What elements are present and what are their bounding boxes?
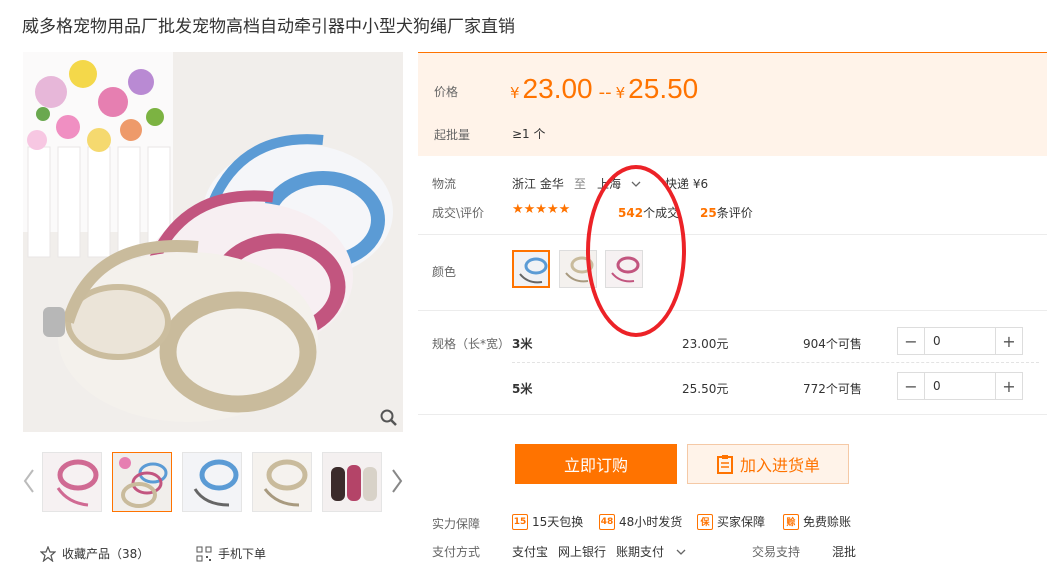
color-swatch-pink[interactable] bbox=[605, 250, 643, 288]
quantity-stepper-3m: − + bbox=[897, 327, 1023, 355]
qr-code-icon bbox=[196, 546, 212, 561]
chevron-left-icon[interactable] bbox=[22, 468, 36, 494]
spec-row-2-stock: 772个可售 bbox=[803, 382, 862, 396]
main-product-image[interactable] bbox=[23, 52, 403, 432]
shield-icon: 保 bbox=[697, 513, 713, 530]
add-to-cart-label: 加入进货单 bbox=[739, 456, 820, 475]
color-label: 颜色 bbox=[432, 265, 457, 279]
ship-to-word: 至 bbox=[574, 177, 587, 191]
payment-label: 支付方式 bbox=[432, 545, 481, 559]
currency-symbol: ¥ bbox=[615, 84, 626, 102]
divider bbox=[418, 310, 1047, 311]
thumbnail-4[interactable] bbox=[252, 452, 312, 512]
divider bbox=[418, 234, 1047, 235]
moq-label: 起批量 bbox=[434, 128, 471, 142]
shipping-time-icon: 48 bbox=[599, 513, 615, 530]
payment-credit-term[interactable]: 账期支付 bbox=[616, 543, 686, 560]
guarantee-text: 15天包换 bbox=[532, 515, 584, 529]
credit-icon: 赊 bbox=[783, 513, 799, 530]
guarantee-buyer-protection[interactable]: 保 买家保障 bbox=[697, 513, 765, 530]
favorite-label: 收藏产品（38） bbox=[62, 547, 150, 561]
destination-select[interactable]: 上海 bbox=[597, 175, 641, 192]
thumbnail-3[interactable] bbox=[182, 452, 242, 512]
quantity-input[interactable] bbox=[925, 373, 995, 399]
increment-button[interactable]: + bbox=[995, 373, 1022, 399]
divider bbox=[418, 414, 1047, 415]
guarantee-label: 实力保障 bbox=[432, 517, 481, 531]
deal-count: 542 bbox=[618, 206, 644, 220]
price-panel: 价格 ¥ 23.00 -- ¥ 25.50 起批量 ≥1 个 bbox=[418, 52, 1047, 156]
mobile-order-label: 手机下单 bbox=[218, 547, 267, 561]
buy-now-button[interactable]: 立即订购 bbox=[515, 444, 677, 484]
divider bbox=[512, 362, 1039, 363]
guarantee-free-credit[interactable]: 赊 免费赊账 bbox=[783, 513, 851, 530]
color-swatch-grey[interactable] bbox=[559, 250, 597, 288]
guarantee-text: 48小时发货 bbox=[619, 515, 683, 529]
decrement-button[interactable]: − bbox=[898, 328, 925, 354]
spec-row-2-price: 25.50元 bbox=[682, 382, 729, 396]
quantity-stepper-5m: − + bbox=[897, 372, 1023, 400]
destination-value: 上海 bbox=[597, 177, 622, 191]
color-swatch-blue[interactable] bbox=[512, 250, 550, 288]
chevron-right-icon[interactable] bbox=[390, 468, 404, 494]
rating-stars: ★★★★★ bbox=[512, 202, 571, 217]
chevron-down-icon bbox=[631, 181, 641, 187]
zoom-icon[interactable] bbox=[379, 408, 399, 428]
leash-product-photo bbox=[23, 52, 403, 432]
deal-count-link[interactable]: 542个成交 bbox=[618, 204, 679, 221]
clipboard-icon bbox=[716, 455, 733, 474]
guarantee-15-day-exchange[interactable]: 15 15天包换 bbox=[512, 513, 583, 530]
guarantee-text: 免费赊账 bbox=[803, 515, 852, 529]
price-high: 25.50 bbox=[628, 73, 699, 104]
trade-support-label: 交易支持 bbox=[752, 545, 801, 559]
spec-label: 规格（长*宽） bbox=[432, 337, 511, 351]
favorite-product-link[interactable]: 收藏产品（38） bbox=[40, 545, 149, 562]
review-count-suffix: 条评价 bbox=[716, 206, 753, 220]
guarantee-48h-ship[interactable]: 48 48小时发货 bbox=[599, 513, 682, 530]
thumbnail-strip bbox=[20, 450, 410, 514]
thumbnail-5[interactable] bbox=[322, 452, 382, 512]
chevron-down-icon bbox=[676, 549, 686, 555]
mobile-order-link[interactable]: 手机下单 bbox=[196, 545, 266, 562]
price-label: 价格 bbox=[434, 85, 459, 99]
spec-row-1-price: 23.00元 bbox=[682, 337, 729, 351]
currency-symbol: ¥ bbox=[510, 84, 520, 102]
increment-button[interactable]: + bbox=[995, 328, 1022, 354]
review-count: 25 bbox=[700, 206, 717, 220]
spec-row-1-name: 3米 bbox=[512, 337, 533, 351]
thumbnail-1[interactable] bbox=[42, 452, 102, 512]
quantity-input[interactable] bbox=[925, 328, 995, 354]
guarantee-text: 买家保障 bbox=[717, 515, 766, 529]
price-low: 23.00 bbox=[522, 73, 593, 104]
moq-value: ≥1 个 bbox=[512, 127, 546, 141]
payment-alipay: 支付宝 bbox=[512, 545, 549, 559]
spec-row-1-stock: 904个可售 bbox=[803, 337, 862, 351]
price-range: ¥ 23.00 -- ¥ 25.50 bbox=[510, 73, 698, 105]
exchange-icon: 15 bbox=[512, 513, 528, 530]
logistics-label: 物流 bbox=[432, 177, 457, 191]
decrement-button[interactable]: − bbox=[898, 373, 925, 399]
deal-count-suffix: 个成交 bbox=[643, 206, 680, 220]
add-to-cart-button[interactable]: 加入进货单 bbox=[687, 444, 849, 484]
star-outline-icon bbox=[40, 545, 56, 562]
product-title: 威多格宠物用品厂批发宠物高档自动牵引器中小型犬狗绳厂家直销 bbox=[22, 17, 515, 37]
price-separator: -- bbox=[598, 82, 612, 103]
ship-from: 浙江 金华 bbox=[512, 177, 564, 191]
thumbnail-2[interactable] bbox=[112, 452, 172, 512]
payment-online-bank: 网上银行 bbox=[558, 545, 607, 559]
deals-label: 成交\评价 bbox=[432, 206, 485, 220]
shipping-fee: 快递 ¥6 bbox=[665, 177, 709, 191]
payment-credit-term-label: 账期支付 bbox=[616, 545, 665, 559]
review-count-link[interactable]: 25条评价 bbox=[700, 204, 753, 221]
spec-row-2-name: 5米 bbox=[512, 382, 533, 396]
trade-support-value: 混批 bbox=[832, 545, 857, 559]
